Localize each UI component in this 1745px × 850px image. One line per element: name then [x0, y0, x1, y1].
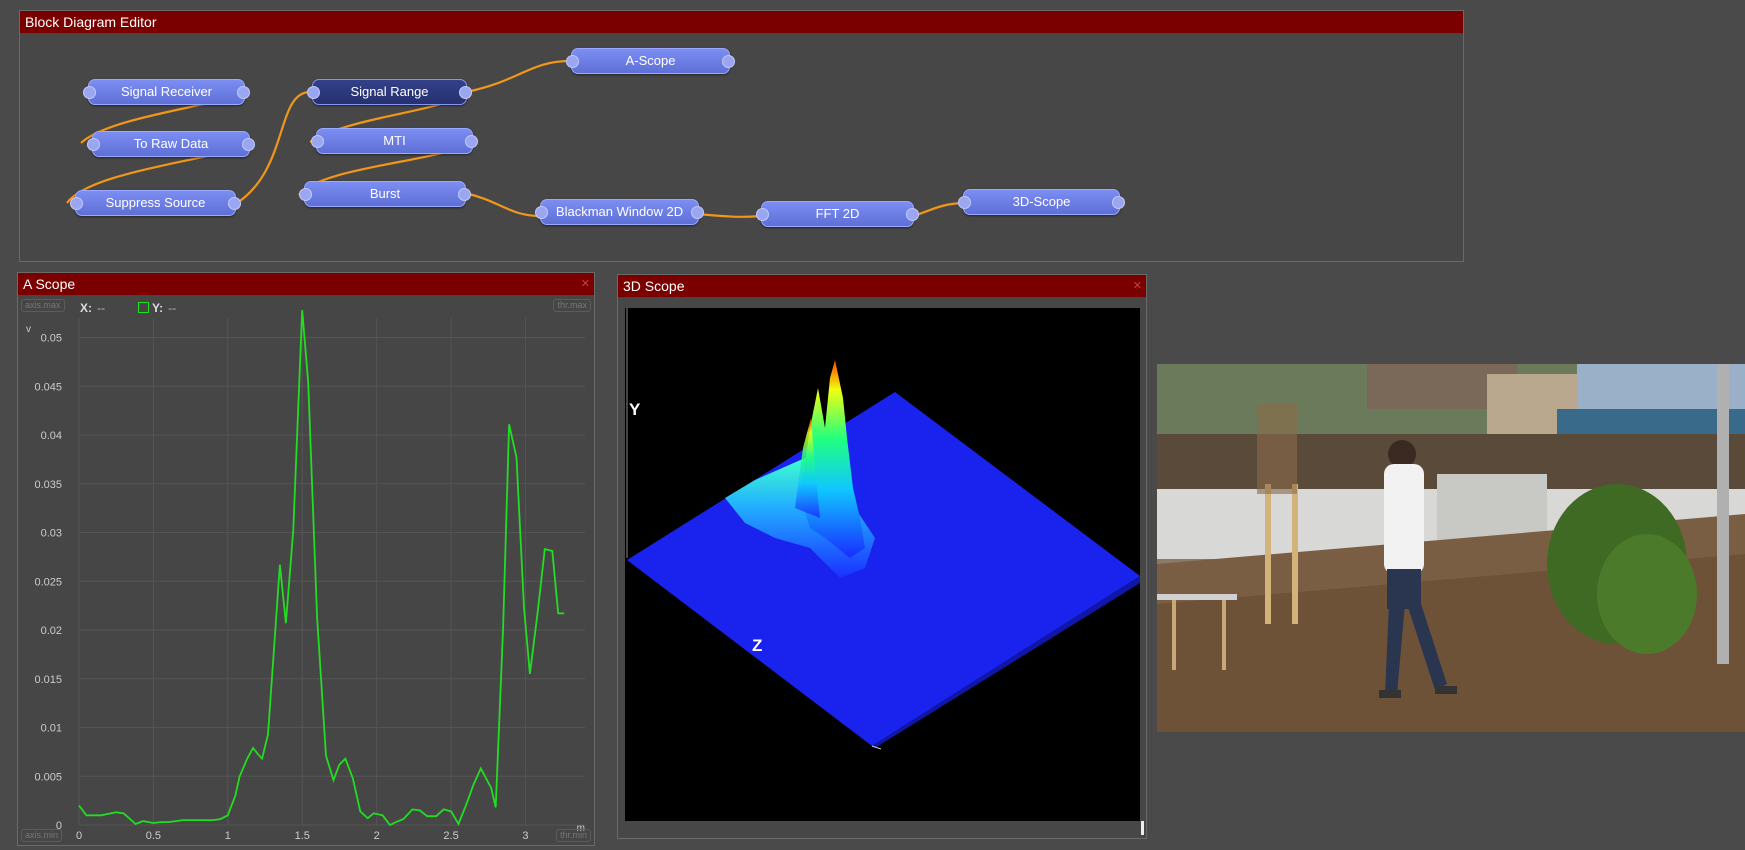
output-port[interactable]: [722, 55, 735, 68]
output-port[interactable]: [459, 86, 472, 99]
node-label: Blackman Window 2D: [555, 204, 684, 219]
3d-scope-canvas[interactable]: Y Z: [625, 308, 1140, 821]
series-legend-icon: [138, 302, 149, 313]
a-scope-panel: A Scope ✕ axis.max thr.max axis.min thr.…: [17, 272, 595, 846]
node-to-raw-data[interactable]: To Raw Data: [87, 131, 255, 157]
x-readout-label: X:: [80, 301, 92, 315]
y-tick-label: 0.025: [34, 576, 62, 588]
node-label: Burst: [369, 186, 401, 201]
y-readout-value: --: [168, 301, 177, 315]
3d-surface-plot: [626, 308, 1140, 750]
z-axis-label: Z: [752, 636, 763, 655]
surface-plane: [627, 392, 1140, 746]
input-port[interactable]: [535, 206, 548, 219]
y-tick-label: 0.005: [34, 771, 62, 783]
y-tick-label: 0.05: [41, 333, 62, 345]
output-port[interactable]: [228, 197, 241, 210]
node-blackman-window-2d[interactable]: Blackman Window 2D: [535, 199, 704, 225]
node-signal-receiver[interactable]: Signal Receiver: [83, 79, 250, 105]
node-label: Signal Receiver: [120, 84, 213, 99]
y-tick-label: 0.045: [34, 381, 62, 393]
axis-max-tag[interactable]: axis.max: [21, 299, 65, 312]
a-scope-chart: 0 0.5 1 1.5 2 2.5 300.0050.010.0150.020.0250.0…: [26, 310, 585, 842]
output-port[interactable]: [458, 188, 471, 201]
node-label: A-Scope: [625, 53, 676, 68]
camera-video-feed: [1157, 364, 1745, 732]
thr-min-tag[interactable]: thr.min: [555, 829, 591, 842]
input-port[interactable]: [958, 196, 971, 209]
output-port[interactable]: [242, 138, 255, 151]
output-port[interactable]: [237, 86, 250, 99]
node-suppress-source[interactable]: Suppress Source: [70, 190, 241, 216]
close-icon[interactable]: ✕: [1133, 275, 1142, 297]
input-port[interactable]: [299, 188, 312, 201]
node-label: To Raw Data: [133, 136, 209, 151]
3d-scope-panel: 3D Scope ✕ Y Z: [617, 274, 1147, 839]
node-label: MTI: [383, 133, 406, 148]
x-tick-label: 1.5: [295, 830, 310, 842]
series-line: [78, 310, 565, 827]
block-diagram-editor-panel: Block Diagram Editor Signal Receiver To …: [19, 10, 1464, 262]
node-signal-range[interactable]: Signal Range: [307, 79, 472, 105]
input-port[interactable]: [311, 135, 324, 148]
input-port[interactable]: [70, 197, 83, 210]
node-burst[interactable]: Burst: [299, 181, 471, 207]
3d-scope-titlebar: 3D Scope ✕: [618, 275, 1146, 298]
a-scope-plot-area[interactable]: axis.max thr.max axis.min thr.min X: -- Y…: [18, 296, 594, 845]
a-scope-title: A Scope: [23, 276, 76, 292]
x-tick-label: 0.5: [146, 830, 161, 842]
y-readout: Y: --: [138, 301, 176, 315]
output-port[interactable]: [465, 135, 478, 148]
x-readout: X: --: [80, 301, 105, 315]
output-port[interactable]: [691, 206, 704, 219]
node-mti[interactable]: MTI: [311, 128, 478, 154]
x-readout-value: --: [97, 301, 105, 315]
node-label: Suppress Source: [105, 195, 206, 210]
input-port[interactable]: [566, 55, 579, 68]
y-axis-label: Y: [629, 400, 641, 419]
resize-handle[interactable]: [1141, 821, 1144, 835]
node-label: 3D-Scope: [1012, 194, 1071, 209]
y-tick-label: 0.02: [41, 625, 62, 637]
node-label: FFT 2D: [815, 206, 860, 221]
3d-scope-title: 3D Scope: [623, 278, 685, 294]
output-port[interactable]: [906, 208, 919, 221]
wire-fft-to-3dscope: [912, 201, 963, 218]
output-port[interactable]: [1112, 196, 1125, 209]
y-tick-label: 0.03: [41, 528, 62, 540]
y-axis-unit-label: v: [26, 324, 31, 335]
node-3d-scope[interactable]: 3D-Scope: [958, 189, 1125, 215]
y-tick-label: 0.04: [41, 430, 62, 442]
y-readout-label: Y:: [152, 301, 164, 315]
wire-blackman-to-fft: [697, 212, 761, 218]
a-scope-titlebar: A Scope ✕: [18, 273, 594, 296]
y-tick-label: 0.035: [34, 479, 62, 491]
close-icon[interactable]: ✕: [581, 273, 590, 295]
input-port[interactable]: [87, 138, 100, 151]
node-a-scope[interactable]: A-Scope: [566, 48, 735, 74]
node-fft-2d[interactable]: FFT 2D: [756, 201, 919, 227]
axis-min-tag[interactable]: axis.min: [21, 829, 63, 842]
garden-scene-image: [1157, 364, 1745, 732]
node-label: Signal Range: [350, 84, 429, 99]
input-port[interactable]: [756, 208, 769, 221]
x-tick-label: 2: [374, 830, 380, 842]
x-tick-label: 2.5: [443, 830, 458, 842]
x-tick-label: 1: [225, 830, 231, 842]
y-tick-label: 0.015: [34, 674, 62, 686]
x-tick-label: 0: [76, 830, 82, 842]
input-port[interactable]: [83, 86, 96, 99]
thr-max-tag[interactable]: thr.max: [553, 299, 591, 312]
input-port[interactable]: [307, 86, 320, 99]
wire-range-to-ascope: [465, 59, 571, 94]
x-tick-label: 3: [522, 830, 528, 842]
wire-burst-to-blackman: [464, 191, 541, 218]
y-tick-label: 0.01: [41, 723, 62, 735]
